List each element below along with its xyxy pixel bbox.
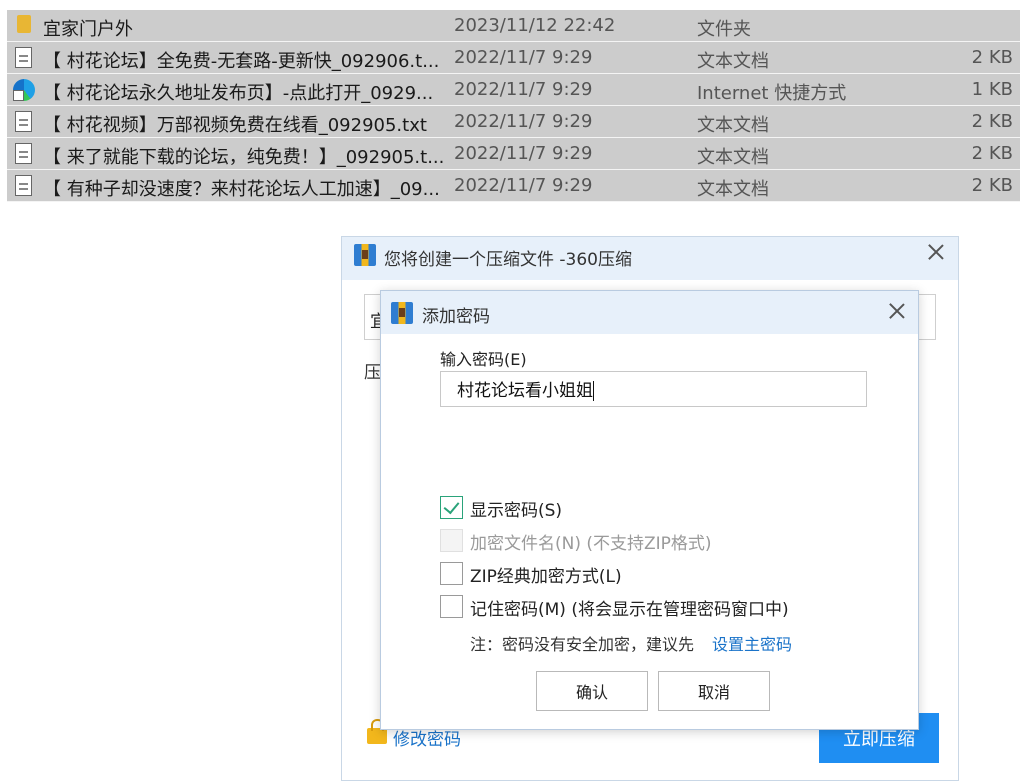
confirm-button[interactable]: 确认 [536,671,648,711]
close-icon[interactable] [928,244,944,260]
archive-app-icon [354,244,376,266]
compression-mode-label: 压 [364,363,381,383]
file-size: 2 KB [971,47,1013,68]
option-label: 显示密码(S) [470,501,563,521]
file-type: 文件夹 [697,19,751,40]
file-size: 2 KB [971,175,1013,196]
file-size: 2 KB [971,111,1013,132]
file-date: 2022/11/7 9:29 [454,175,593,196]
file-type: 文本文档 [697,147,769,168]
text-document-icon [13,175,35,197]
file-date: 2022/11/7 9:29 [454,143,593,164]
option-label: 记住密码(M) (将会显示在管理密码窗口中) [470,600,789,620]
text-document-icon [13,47,35,69]
file-name: 【 村花论坛永久地址发布页】-点此打开_0929... [43,83,434,104]
file-name: 【 村花视频】万部视频免费在线看_092905.txt [43,115,427,136]
file-type: Internet 快捷方式 [697,83,847,104]
file-date: 2023/11/12 22:42 [454,15,616,36]
lock-icon [367,719,387,744]
cancel-button[interactable]: 取消 [658,671,770,711]
text-document-icon [13,143,35,165]
file-row[interactable]: 宜家门户外 2023/11/12 22:42 文件夹 [7,10,1020,42]
close-icon[interactable] [889,303,905,319]
file-name: 【 来了就能下载的论坛，纯免费！】_092905.t... [43,147,443,168]
edge-shortcut-icon [13,79,35,101]
password-value: 村花论坛看小姐姐 [457,381,593,401]
file-name: 宜家门户外 [43,19,133,40]
file-date: 2022/11/7 9:29 [454,111,593,132]
text-cursor [593,381,594,401]
file-date: 2022/11/7 9:29 [454,47,593,68]
show-password-checkbox[interactable] [440,496,463,519]
dialog-title-bar[interactable]: 您将创建一个压缩文件 -360压缩 [342,237,958,280]
security-note: 注：密码没有安全加密，建议先 [470,635,695,654]
file-date: 2022/11/7 9:29 [454,79,593,100]
password-input[interactable]: 村花论坛看小姐姐 [440,371,867,407]
file-type: 文本文档 [697,115,769,136]
file-type: 文本文档 [697,51,769,72]
file-row[interactable]: 【 来了就能下载的论坛，纯免费！】_092905.t... 2022/11/7 … [7,138,1020,170]
password-label: 输入密码(E) [440,350,527,369]
file-name: 【 村花论坛】全免费-无套路-更新快_092906.t... [43,51,440,72]
option-label: 加密文件名(N) (不支持ZIP格式) [470,534,712,554]
dialog-title: 您将创建一个压缩文件 -360压缩 [384,250,632,270]
file-size: 1 KB [971,79,1013,100]
remember-password-checkbox[interactable] [440,595,463,618]
dialog-title: 添加密码 [422,307,490,327]
folder-icon [13,15,35,37]
file-row[interactable]: 【 村花视频】万部视频免费在线看_092905.txt 2022/11/7 9:… [7,106,1020,138]
archive-app-icon [391,302,413,324]
zip-classic-encryption-checkbox[interactable] [440,562,463,585]
dialog-title-bar[interactable]: 添加密码 [381,291,918,334]
file-size: 2 KB [971,143,1013,164]
option-label: ZIP经典加密方式(L) [470,567,622,587]
file-row[interactable]: 【 村花论坛】全免费-无套路-更新快_092906.t... 2022/11/7… [7,42,1020,74]
file-list: 宜家门户外 2023/11/12 22:42 文件夹 【 村花论坛】全免费-无套… [7,10,1020,202]
file-type: 文本文档 [697,179,769,200]
file-name: 【 有种子却没速度？来村花论坛人工加速】_09... [43,179,440,200]
file-row[interactable]: 【 有种子却没速度？来村花论坛人工加速】_09... 2022/11/7 9:2… [7,170,1020,202]
encrypt-filenames-checkbox [440,529,463,552]
add-password-dialog: 添加密码 输入密码(E) 村花论坛看小姐姐 显示密码(S) 加密文件名(N) (… [380,290,919,730]
set-master-password-link[interactable]: 设置主密码 [712,631,792,655]
text-document-icon [13,111,35,133]
file-row[interactable]: 【 村花论坛永久地址发布页】-点此打开_0929... 2022/11/7 9:… [7,74,1020,106]
